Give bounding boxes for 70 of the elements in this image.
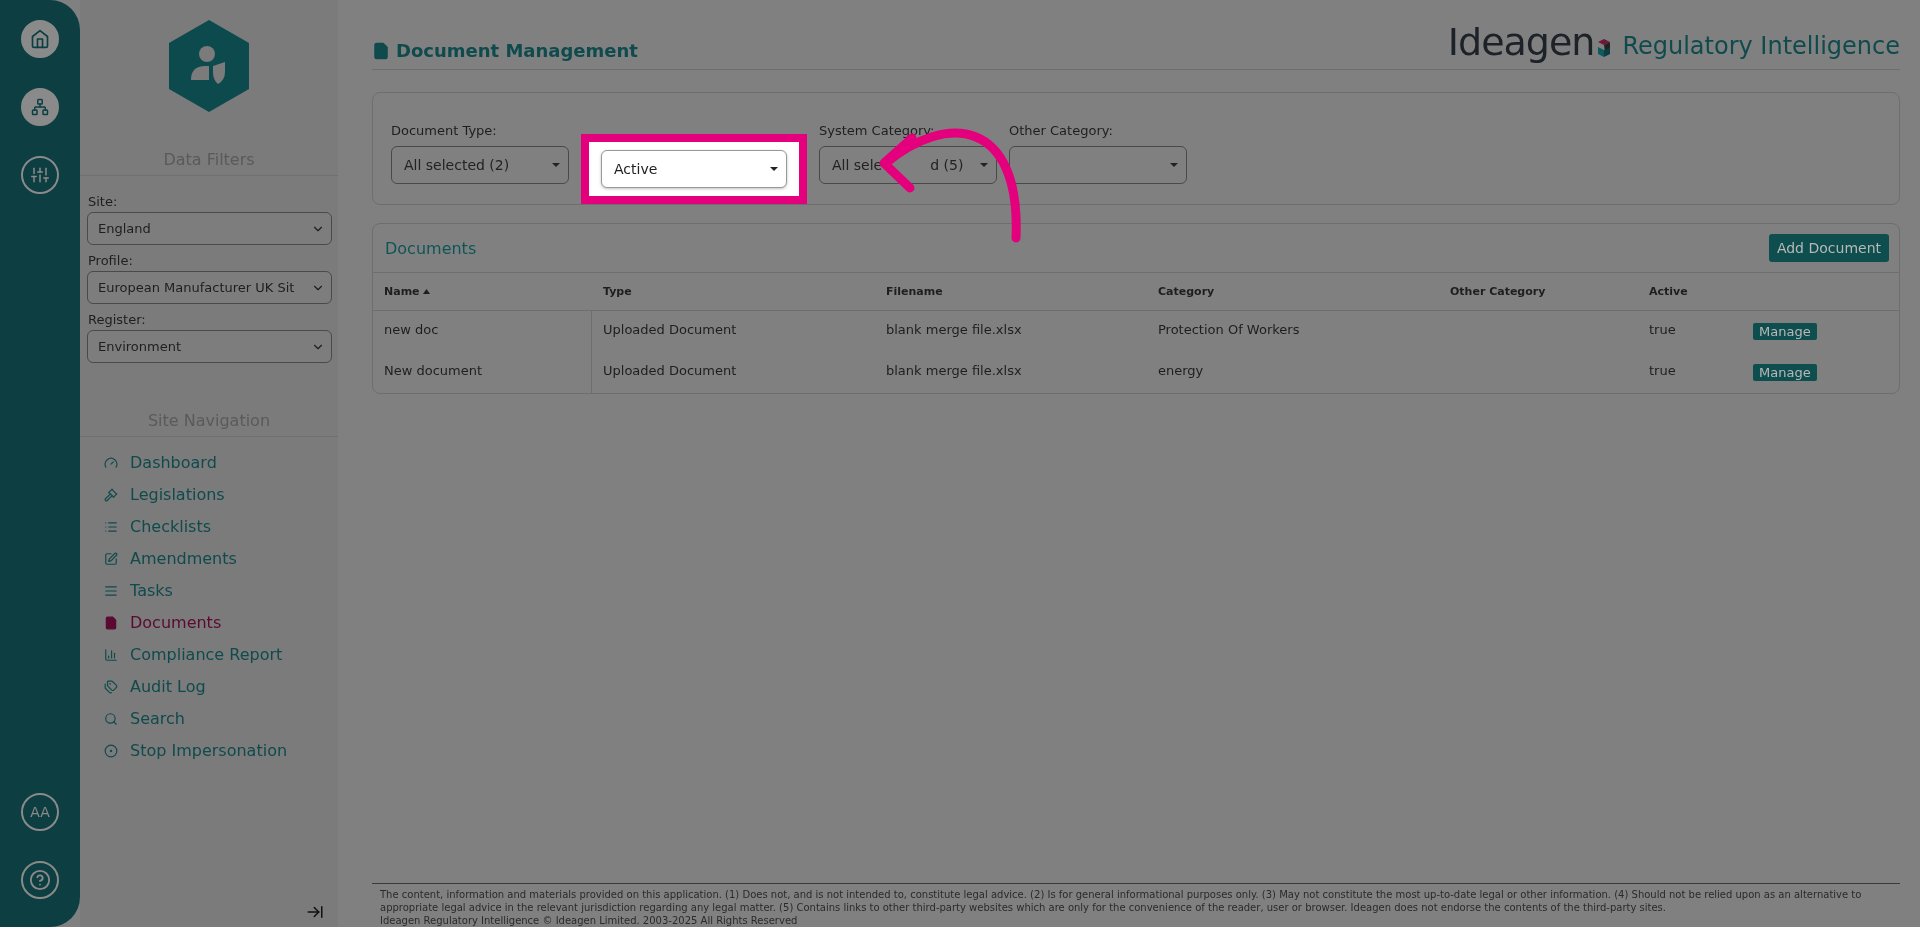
nav-link[interactable]: Stop Impersonation (104, 739, 288, 762)
caret-icon (552, 163, 560, 167)
tags-icon (104, 679, 118, 694)
bar-chart-icon (104, 647, 118, 662)
pen-icon (104, 551, 118, 566)
nav-link[interactable]: Documents (104, 611, 222, 634)
filter-dropdown[interactable]: England (87, 212, 332, 245)
value-fragment: d (5) (930, 157, 964, 173)
column-header[interactable]: Filename (875, 273, 1147, 311)
manage-button[interactable]: Manage (1753, 323, 1817, 340)
nav-link[interactable]: Legislations (104, 483, 225, 506)
table-cell-text: Protection Of Workers (1157, 321, 1301, 339)
column-header[interactable]: Other Category (1439, 273, 1638, 311)
column-header[interactable]: Active (1638, 273, 1742, 311)
filter-dropdown[interactable]: Active (601, 150, 787, 188)
table-cell: new doc (373, 311, 592, 352)
table-cell-text: Uploaded Document (602, 321, 738, 339)
table-cell-text: Uploaded Document (602, 362, 738, 380)
nav-link[interactable]: Tasks (104, 579, 173, 602)
brand-name: Ideagen (1447, 23, 1595, 61)
collapse-icon[interactable] (306, 903, 324, 921)
filter-dropdown[interactable] (1009, 146, 1187, 184)
nav-link[interactable]: Audit Log (104, 675, 206, 698)
gavel-icon (104, 487, 118, 502)
help-icon[interactable] (21, 861, 59, 899)
value-fragment: All sele (832, 157, 883, 173)
filter-label: Document Type: (391, 123, 498, 138)
list-icon (104, 519, 118, 534)
network-icon[interactable] (21, 88, 59, 126)
manage-button[interactable]: Manage (1753, 364, 1817, 381)
home-icon[interactable] (21, 20, 59, 58)
nav-link[interactable]: Search (104, 707, 185, 730)
filter-label: Profile: (88, 253, 134, 268)
lines-icon (104, 583, 118, 598)
table-cell-text: blank merge file.xlsx (885, 321, 1023, 339)
table-cell-text: energy (1157, 362, 1205, 380)
disclaimer-text: The content, information and materials provided on this application. (1) Does not, and is not intended to, constitute legal advice. (2) Is for general informational purposes only. (3) May not constitute the most up-to-date legal or other information. (4) Should not be relied upon as an alternative to appropriate legal advice in the relevant jurisdiction regarding any legal matter. (5) Contains links to other third-party websites which are only for the convenience of the reader, user or browser. Ideagen does not endorse the contents of the third-party sites. (380, 888, 1863, 914)
caret-icon (1170, 163, 1178, 167)
gauge-icon (104, 455, 118, 470)
table-cell-text: true (1648, 321, 1677, 339)
file-icon (372, 41, 390, 60)
search-icon (104, 711, 118, 726)
table-cell-text: true (1648, 362, 1677, 380)
column-header[interactable]: Name (373, 273, 592, 311)
filter-dropdown[interactable]: European Manufacturer UK Sit (87, 271, 332, 304)
column-header[interactable]: Type (592, 273, 875, 311)
table-cell: New document (373, 352, 592, 393)
nav-link[interactable]: Dashboard (104, 451, 217, 474)
filter-label: Site: (88, 194, 119, 209)
panel-title: Documents (385, 238, 477, 258)
filter-label: Other Category: (1009, 123, 1114, 138)
filter-dropdown[interactable]: Environment (87, 330, 332, 363)
nav-link[interactable]: Checklists (104, 515, 212, 538)
sliders-icon[interactable] (21, 156, 59, 194)
file-icon (104, 615, 118, 630)
caret-icon (770, 167, 778, 171)
filter-dropdown[interactable]: All sele d (5) (819, 146, 997, 184)
page-title: Document Management (372, 40, 638, 61)
product-name: Regulatory Intelligence (1622, 32, 1900, 61)
column-header[interactable]: Category (1147, 273, 1439, 311)
copyright-text: Ideagen Regulatory Intelligence © Ideagen Limited. 2003-2025 All Rights Reserved (380, 914, 799, 927)
caret-icon (980, 163, 988, 167)
nav-link[interactable]: Amendments (104, 547, 237, 570)
user-avatar[interactable]: AA (21, 793, 59, 831)
filter-dropdown[interactable]: All selected (2) (391, 146, 569, 184)
nav-link[interactable]: Compliance Report (104, 643, 283, 666)
dot-circle-icon (104, 743, 118, 758)
add-document-button[interactable]: Add Document (1768, 234, 1889, 262)
table-cell-text: blank merge file.xlsx (885, 362, 1023, 380)
filter-label: Register: (88, 312, 147, 327)
